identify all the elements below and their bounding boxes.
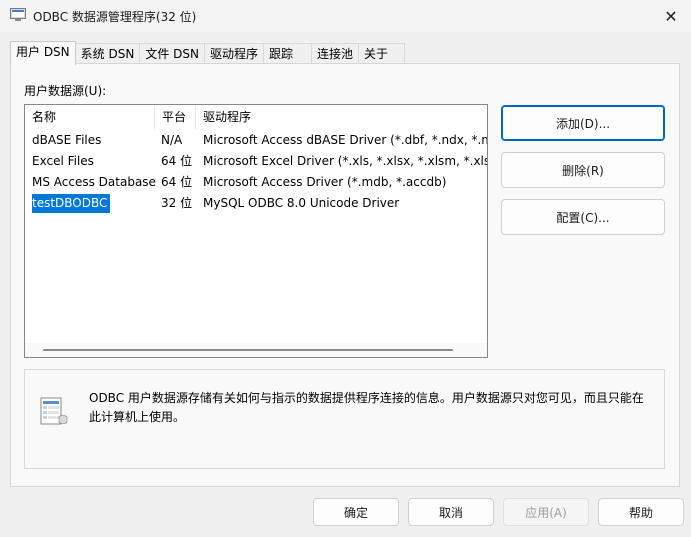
data-source-icon [40, 397, 68, 425]
column-header-name[interactable]: 名称 [25, 105, 155, 129]
list-item[interactable]: dBASE Files N/A Microsoft Access dBASE D… [25, 130, 487, 151]
dsn-platform: 32 位 [161, 196, 193, 210]
configure-button[interactable]: 配置(C)... [501, 199, 665, 235]
dsn-driver: MySQL ODBC 8.0 Unicode Driver [203, 196, 400, 210]
add-button[interactable]: 添加(D)... [501, 105, 665, 141]
dsn-platform: 64 位 [161, 154, 193, 168]
dsn-driver: Microsoft Access Driver (*.mdb, *.accdb) [203, 175, 447, 189]
apply-button[interactable]: 应用(A) [503, 498, 589, 526]
window-title: ODBC 数据源管理程序(32 位) [33, 10, 197, 24]
dsn-name: dBASE Files [32, 133, 102, 147]
tab-drivers[interactable]: 驱动程序 [203, 43, 264, 65]
dsn-driver: Microsoft Access dBASE Driver (*.dbf, *.… [203, 133, 487, 147]
dsn-name-cell: testDBODBC [32, 193, 111, 214]
info-box: ODBC 用户数据源存储有关如何与指示的数据提供程序连接的信息。用户数据源只对您… [24, 369, 665, 469]
close-button[interactable]: ✕ [651, 0, 691, 32]
user-dsn-list[interactable]: 名称 平台 驱动程序 dBASE Files N/A Microsoft Acc… [24, 104, 488, 358]
tab-user-dsn[interactable]: 用户 DSN [10, 41, 76, 65]
list-item[interactable]: MS Access Database 64 位 Microsoft Access… [25, 172, 487, 193]
list-item[interactable]: Excel Files 64 位 Microsoft Excel Driver … [25, 151, 487, 172]
dsn-platform: N/A [161, 133, 183, 147]
column-header-platform[interactable]: 平台 [155, 105, 196, 129]
dsn-name: testDBODBC [32, 194, 111, 213]
tab-tracing[interactable]: 跟踪 [262, 43, 312, 65]
cancel-button[interactable]: 取消 [408, 498, 494, 526]
tab-strip: 用户 DSN 系统 DSN 文件 DSN 驱动程序 跟踪 连接池 关于 [10, 41, 406, 65]
dsn-name: MS Access Database [32, 175, 156, 189]
horizontal-scrollbar[interactable] [25, 343, 487, 357]
tab-connection-pooling[interactable]: 连接池 [311, 43, 360, 65]
tab-file-dsn[interactable]: 文件 DSN [139, 43, 205, 65]
user-dsn-label: 用户数据源(U): [24, 84, 107, 98]
help-button[interactable]: 帮助 [598, 498, 684, 526]
remove-button[interactable]: 删除(R) [501, 152, 665, 188]
dsn-platform: 64 位 [161, 175, 193, 189]
scrollbar-thumb[interactable] [43, 349, 453, 351]
list-item-selected[interactable]: testDBODBC 32 位 MySQL ODBC 8.0 Unicode D… [25, 193, 487, 214]
title-bar: ODBC 数据源管理程序(32 位) ✕ [0, 0, 691, 32]
column-header-driver[interactable]: 驱动程序 [196, 105, 487, 129]
tab-system-dsn[interactable]: 系统 DSN [74, 43, 141, 65]
dsn-name: Excel Files [32, 154, 94, 168]
info-text: ODBC 用户数据源存储有关如何与指示的数据提供程序连接的信息。用户数据源只对您… [89, 391, 644, 424]
tab-about[interactable]: 关于 [358, 43, 406, 65]
odbc-app-icon [10, 8, 26, 21]
list-header: 名称 平台 驱动程序 [25, 105, 487, 129]
ok-button[interactable]: 确定 [313, 498, 399, 526]
close-icon: ✕ [664, 6, 678, 26]
dsn-driver: Microsoft Excel Driver (*.xls, *.xlsx, *… [203, 154, 487, 168]
